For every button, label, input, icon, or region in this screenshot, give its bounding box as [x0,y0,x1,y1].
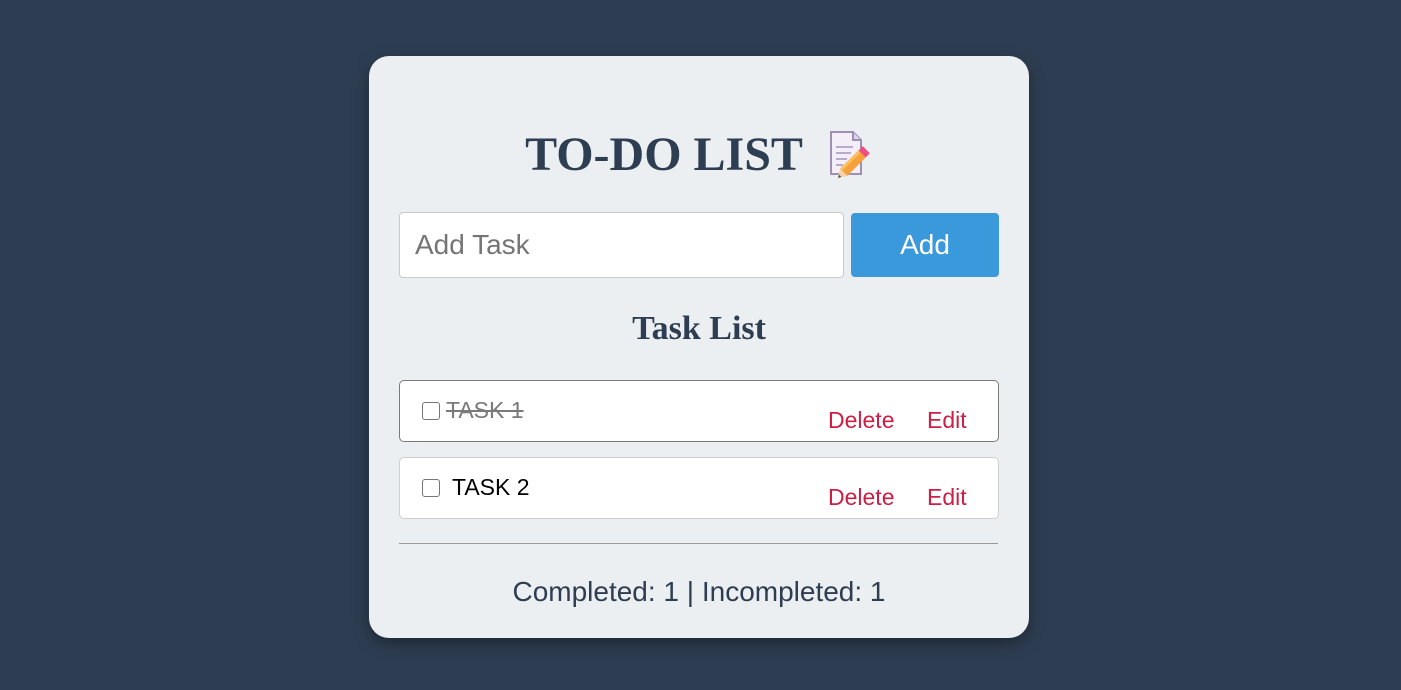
delete-button[interactable]: Delete [828,405,894,435]
add-button[interactable]: Add [851,213,999,277]
memo-pencil-icon [825,129,873,179]
task-item: TASK 1 Delete Edit [399,380,999,442]
task-item: TASK 2 Delete Edit [399,457,999,519]
edit-button[interactable]: Edit [927,405,967,435]
task-text: TASK 2 [452,474,530,500]
delete-button[interactable]: Delete [828,482,894,512]
task-checkbox[interactable] [422,479,440,497]
divider [399,543,998,544]
page-title: TO-DO LIST [525,127,803,181]
todo-card-content: TO-DO LIST Add Task Add Task List TASK 1… [369,56,1029,638]
task-status-summary: Completed: 1 | Incompleted: 1 [512,576,886,607]
task-checkbox[interactable] [422,402,440,420]
edit-button[interactable]: Edit [927,482,967,512]
task-list-heading: Task List [632,310,766,347]
task-text: TASK 1 [446,397,524,423]
title-row: TO-DO LIST [369,124,1029,184]
add-task-input[interactable] [399,212,844,278]
